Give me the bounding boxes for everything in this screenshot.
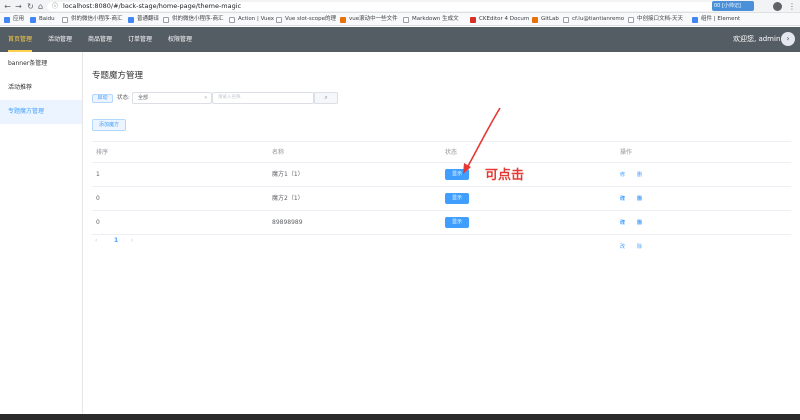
top-menu-goods[interactable]: 商品管理 <box>88 27 112 52</box>
bookmark-markdown[interactable]: Markdown 生成文 <box>403 15 459 24</box>
sidebar: banner条管理 活动推荐 专题魔方管理 <box>0 52 83 420</box>
page-title: 专题魔方管理 <box>92 71 144 81</box>
bookmark-slot-scope[interactable]: Vue slot-scope的理 <box>276 15 336 24</box>
user-avatar[interactable]: › <box>781 32 795 46</box>
row-order: 1 <box>96 171 100 178</box>
row-order: 0 <box>96 195 100 202</box>
info-icon[interactable]: ⓘ <box>52 2 58 11</box>
sidebar-item-theme-magic[interactable]: 专题魔方管理 <box>0 100 82 124</box>
row-name: 魔方1（1） <box>272 171 304 178</box>
paw-icon <box>30 17 36 23</box>
page-number-current[interactable]: 1 <box>114 236 118 245</box>
top-menu-activity[interactable]: 活动管理 <box>48 27 72 52</box>
delete-link[interactable]: 删除 <box>637 211 642 259</box>
bookmark-vue-scroll[interactable]: vue滚动中一些文件 <box>340 15 398 24</box>
next-page-icon[interactable]: › <box>131 236 133 245</box>
page-icon <box>403 17 409 23</box>
page-icon <box>628 17 634 23</box>
url-text: localhost:8080/#/back-stage/home-page/th… <box>63 2 242 10</box>
forward-icon[interactable]: → <box>14 2 23 11</box>
row-name: 89898989 <box>272 219 303 226</box>
top-menu-orders[interactable]: 订单管理 <box>128 27 152 52</box>
page-icon <box>340 17 346 23</box>
row-name: 魔方2（1） <box>272 195 304 202</box>
table-row: 0 89898989 显示 修改 删除 <box>92 211 791 250</box>
apps-icon <box>4 17 10 23</box>
sidebar-item-banner[interactable]: banner条管理 <box>0 52 82 76</box>
bookmark-item[interactable]: 供的微信小程序-商汇 <box>163 15 224 24</box>
add-magic-button[interactable]: 添加魔方 <box>92 119 126 131</box>
top-menu-home[interactable]: 首页管理 <box>8 27 33 52</box>
top-menu-permissions[interactable]: 权限管理 <box>168 27 192 52</box>
page-icon <box>62 17 68 23</box>
prev-page-icon[interactable]: ‹ <box>95 236 97 245</box>
welcome-text: 欢迎您, admin <box>733 35 781 43</box>
table-row: 0 魔方2（1） 显示 修改 删除 <box>92 187 791 226</box>
column-header-order: 排序 <box>96 149 109 156</box>
extension-badge[interactable]: 00 [小帅记] <box>712 1 754 11</box>
magic-table: 排序 名称 状态 操作 1 魔方1（1） 显示 修改 删除 0 魔方2（1） 显… <box>92 141 791 250</box>
bookmark-ckeditor[interactable]: CKEditor 4 Docum <box>470 15 529 24</box>
element-icon <box>692 17 698 23</box>
sidebar-item-activity-recommend[interactable]: 活动推荐 <box>0 76 82 100</box>
status-toggle-button[interactable]: 显示 <box>445 193 469 204</box>
table-row: 1 魔方1（1） 显示 修改 删除 <box>92 163 791 202</box>
chevron-down-icon: ▾ <box>204 95 207 101</box>
bookmark-api-doc[interactable]: 中创接口文档-天天 <box>628 15 683 24</box>
home-icon[interactable]: ⌂ <box>36 2 45 11</box>
search-button[interactable]: ⌕ <box>314 92 338 104</box>
annotation-text: 可点击 <box>485 168 525 183</box>
bookmark-apps[interactable]: 应用 <box>4 15 24 24</box>
back-icon[interactable]: ← <box>3 2 12 11</box>
gitlab-icon <box>532 17 538 23</box>
status-select[interactable]: 全部 ▾ <box>132 92 212 104</box>
browser-toolbar: ← → ↻ ⌂ ⓘ localhost:8080/#/back-stage/ho… <box>0 0 800 13</box>
bookmark-baidu[interactable]: Baidu <box>30 15 55 24</box>
bookmark-translate[interactable]: 普通翻译 <box>128 15 159 24</box>
profile-icon[interactable] <box>773 2 782 11</box>
status-toggle-button[interactable]: 显示 <box>445 169 469 180</box>
name-search-input[interactable]: 请录入名称 <box>212 92 314 104</box>
page-icon <box>229 17 235 23</box>
bookmark-vuex[interactable]: Action | Vuex <box>229 15 274 24</box>
translate-icon <box>128 17 134 23</box>
address-bar[interactable]: ⓘ localhost:8080/#/back-stage/home-page/… <box>47 2 717 11</box>
chevron-right-icon: › <box>786 34 790 43</box>
bookmark-gitlab[interactable]: GitLab <box>532 15 559 24</box>
status-toggle-button[interactable]: 显示 <box>445 217 469 228</box>
menu-dots-icon[interactable]: ⋮ <box>788 2 796 11</box>
search-icon: ⌕ <box>324 94 328 101</box>
status-label: 状态: <box>117 95 130 101</box>
reload-icon[interactable]: ↻ <box>26 2 35 11</box>
table-header-row: 排序 名称 状态 操作 <box>92 141 791 163</box>
taskbar-strip <box>0 414 800 420</box>
column-header-name: 名称 <box>272 149 285 156</box>
app-header: 首页管理 活动管理 商品管理 订单管理 权限管理 欢迎您, admin › <box>0 27 800 52</box>
bookmark-element[interactable]: 组件 | Element <box>692 15 740 24</box>
page-icon <box>163 17 169 23</box>
bookmark-item[interactable]: 供的微信小程序-商汇 <box>62 15 123 24</box>
column-header-status: 状态 <box>445 149 458 156</box>
bookmarks-bar: 应用 Baidu 供的微信小程序-商汇 普通翻译 供的微信小程序-商汇 Acti… <box>0 13 800 26</box>
page-icon <box>470 17 476 23</box>
mail-icon <box>563 17 569 23</box>
page-icon <box>276 17 282 23</box>
filter-tag[interactable]: 启动 <box>92 94 113 103</box>
column-header-ops: 操作 <box>620 149 633 156</box>
edit-link[interactable]: 修改 <box>620 211 625 259</box>
row-order: 0 <box>96 219 100 226</box>
bookmark-mail[interactable]: cf.lu@tiantianremo <box>563 15 624 24</box>
status-select-value: 全部 <box>138 95 149 101</box>
